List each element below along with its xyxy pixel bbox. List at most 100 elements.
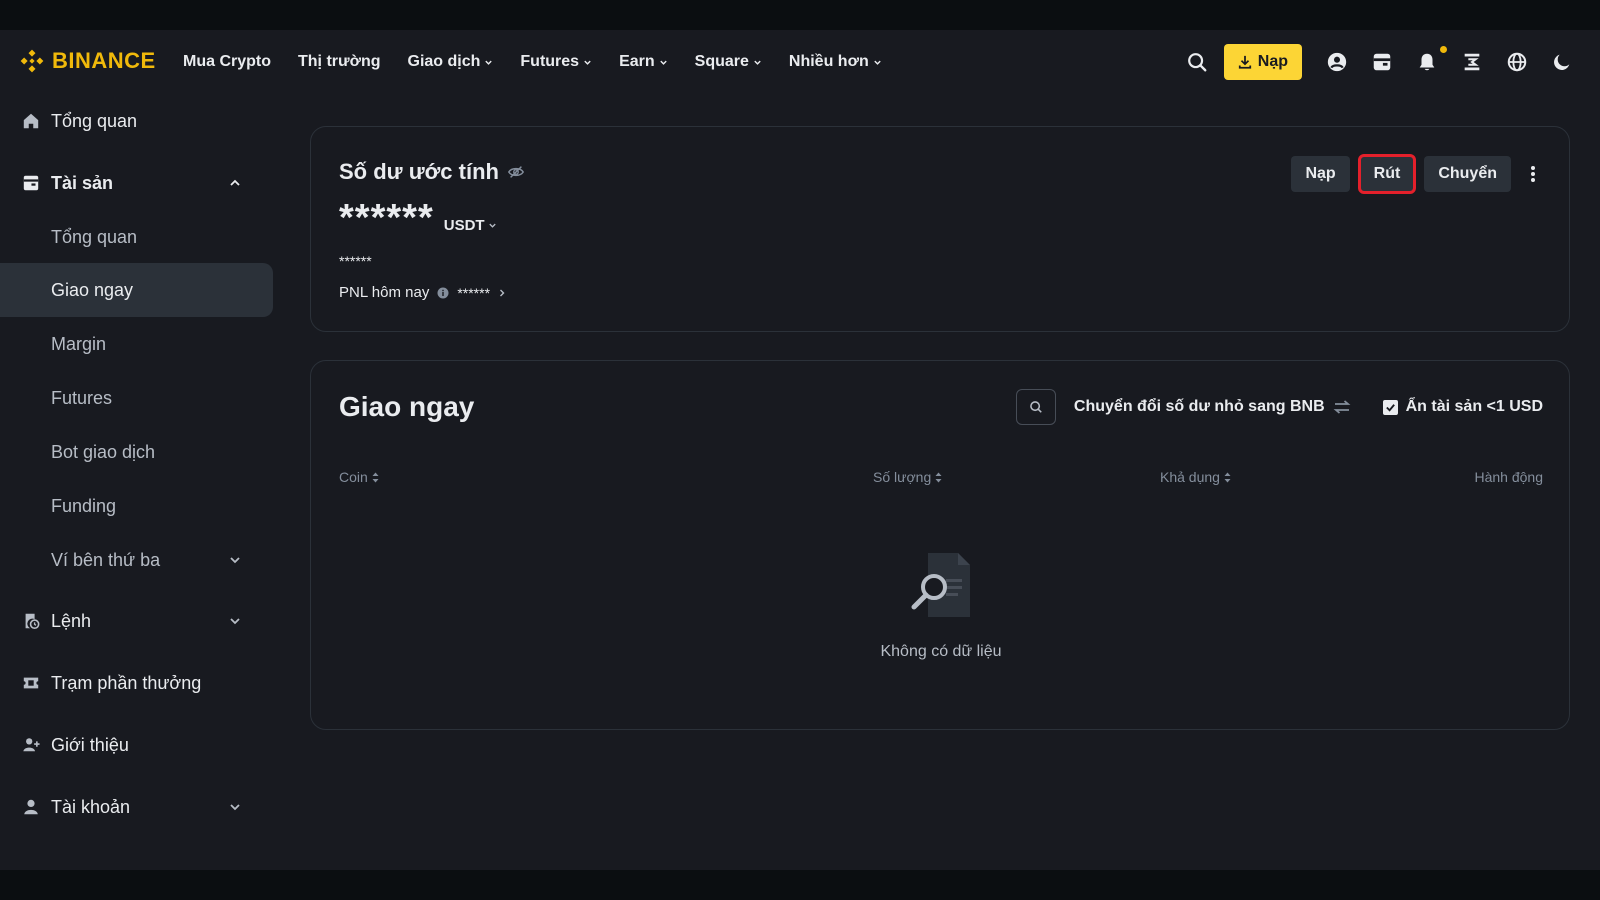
sidebar-item-label: Bot giao dịch bbox=[51, 441, 156, 462]
download-icon bbox=[1238, 55, 1251, 69]
column-label: Hành động bbox=[1474, 469, 1543, 485]
column-header-available[interactable]: Khả dụng bbox=[1160, 469, 1231, 485]
binance-logo[interactable]: BINANCE bbox=[18, 47, 156, 75]
convert-small-balance-button[interactable]: Chuyển đổi số dư nhỏ sang BNB bbox=[1074, 398, 1351, 416]
sidebar-item-overview[interactable]: Tổng quan bbox=[0, 94, 273, 148]
sort-icon bbox=[372, 472, 379, 482]
orders-icon bbox=[21, 611, 41, 631]
sidebar-item-funding[interactable]: Funding bbox=[0, 479, 273, 533]
sidebar-item-margin[interactable]: Margin bbox=[0, 317, 273, 371]
app-window: BINANCE Mua Crypto Thị trường Giao dịch … bbox=[0, 30, 1600, 870]
deposit-label: Nạp bbox=[1257, 53, 1288, 70]
sidebar-item-referral[interactable]: Giới thiệu bbox=[0, 718, 273, 772]
sidebar-item-label: Tổng quan bbox=[51, 226, 138, 247]
column-label: Coin bbox=[339, 469, 368, 485]
column-header-action: Hành động bbox=[1474, 469, 1543, 485]
top-navbar: BINANCE Mua Crypto Thị trường Giao dịch … bbox=[0, 30, 1600, 94]
swap-icon bbox=[1333, 400, 1351, 414]
empty-state: Không có dữ liệu bbox=[311, 549, 1571, 661]
theme-toggle[interactable] bbox=[1539, 44, 1584, 80]
sidebar-item-trading-bots[interactable]: Bot giao dịch bbox=[0, 425, 273, 479]
nav-buy-crypto[interactable]: Mua Crypto bbox=[183, 53, 271, 71]
nav-trade[interactable]: Giao dịch bbox=[408, 53, 494, 71]
sidebar-item-assets[interactable]: Tài sản bbox=[0, 156, 273, 210]
chevron-up-icon bbox=[230, 179, 240, 186]
balance-title-row: Số dư ước tính bbox=[339, 159, 525, 185]
logo-text: BINANCE bbox=[52, 48, 156, 73]
column-header-quantity[interactable]: Số lượng bbox=[873, 469, 942, 485]
hide-small-label: Ẩn tài sản <1 USD bbox=[1405, 398, 1543, 415]
column-header-coin[interactable]: Coin bbox=[339, 469, 379, 485]
sidebar-item-orders[interactable]: Lệnh bbox=[0, 594, 273, 648]
top-frame bbox=[0, 0, 1600, 30]
pnl-today-row[interactable]: PNL hôm nay ****** bbox=[339, 284, 506, 301]
sidebar-item-account[interactable]: Tài khoản bbox=[0, 780, 273, 834]
header-deposit-button[interactable]: Nạp bbox=[1223, 44, 1302, 80]
sidebar-item-label: Tổng quan bbox=[51, 110, 138, 131]
more-vertical-icon bbox=[1531, 166, 1535, 182]
currency-selector[interactable]: USDT bbox=[444, 217, 497, 234]
spot-assets-card: Giao ngay Chuyển đổi số dư nhỏ sang BNB … bbox=[310, 360, 1570, 730]
balance-amount-row: ****** USDT bbox=[339, 197, 497, 240]
user-icon bbox=[1327, 52, 1346, 72]
sidebar-item-rewards-hub[interactable]: Trạm phần thưởng bbox=[0, 656, 273, 710]
nav-earn[interactable]: Earn bbox=[619, 53, 668, 71]
column-label: Khả dụng bbox=[1160, 469, 1220, 485]
nav-square[interactable]: Square bbox=[695, 53, 762, 71]
header-actions: Nạp bbox=[1175, 44, 1584, 80]
pnl-label: PNL hôm nay bbox=[339, 284, 430, 301]
pnl-value: ****** bbox=[457, 284, 491, 301]
user-icon bbox=[21, 797, 41, 817]
add-user-icon bbox=[21, 735, 41, 755]
nav-markets[interactable]: Thị trường bbox=[298, 53, 381, 71]
wallet-button[interactable] bbox=[1359, 44, 1404, 80]
eye-off-icon[interactable] bbox=[507, 163, 525, 181]
balance-actions: Nạp Rút Chuyển bbox=[1291, 154, 1545, 194]
notifications-button[interactable] bbox=[1404, 44, 1449, 80]
chevron-down-icon bbox=[230, 557, 240, 564]
empty-state-text: Không có dữ liệu bbox=[880, 643, 1002, 660]
search-icon bbox=[1188, 53, 1207, 72]
main-nav: Mua Crypto Thị trường Giao dịch Futures … bbox=[183, 30, 909, 94]
sidebar-item-label: Margin bbox=[51, 333, 107, 354]
deposit-button[interactable]: Nạp bbox=[1291, 156, 1350, 192]
sidebar-item-futures[interactable]: Futures bbox=[0, 371, 273, 425]
bell-icon bbox=[1419, 53, 1434, 71]
chevron-down-icon bbox=[230, 618, 240, 625]
home-icon bbox=[21, 111, 41, 131]
check-icon bbox=[1385, 403, 1395, 412]
search-button[interactable] bbox=[1175, 44, 1220, 80]
withdraw-button[interactable]: Rút bbox=[1357, 154, 1417, 194]
sidebar-item-label: Giao ngay bbox=[51, 279, 134, 300]
balance-amount: ****** bbox=[339, 197, 434, 239]
chevron-down-icon bbox=[659, 60, 667, 65]
sidebar-item-assets-overview[interactable]: Tổng quan bbox=[0, 210, 273, 264]
balance-title: Số dư ước tính bbox=[339, 159, 499, 184]
profile-button[interactable] bbox=[1314, 44, 1359, 80]
wallet-icon bbox=[1373, 53, 1390, 71]
nav-futures[interactable]: Futures bbox=[520, 53, 592, 71]
search-icon bbox=[1030, 401, 1042, 413]
asset-search-button[interactable] bbox=[1015, 389, 1056, 425]
sort-icon bbox=[935, 472, 942, 482]
sidebar-item-label: Futures bbox=[51, 387, 113, 408]
language-button[interactable] bbox=[1494, 44, 1539, 80]
transfer-button[interactable] bbox=[1449, 44, 1494, 80]
chevron-down-icon bbox=[874, 60, 881, 65]
bottom-frame bbox=[0, 870, 1600, 900]
info-icon bbox=[437, 287, 449, 298]
chevron-down-icon bbox=[230, 804, 240, 811]
nav-more[interactable]: Nhiều hơn bbox=[789, 53, 882, 71]
sidebar-item-label: Lệnh bbox=[51, 610, 92, 631]
hide-small-assets-toggle[interactable]: Ẩn tài sản <1 USD bbox=[1382, 398, 1543, 416]
column-label: Số lượng bbox=[873, 469, 932, 485]
sidebar-item-third-party-wallet[interactable]: Ví bên thứ ba bbox=[0, 533, 273, 587]
sidebar-item-label: Funding bbox=[51, 495, 117, 516]
sidebar-item-spot[interactable]: Giao ngay bbox=[0, 263, 273, 317]
transfer-button[interactable]: Chuyển bbox=[1424, 156, 1511, 192]
chevron-down-icon bbox=[488, 223, 496, 228]
hide-small-checkbox[interactable] bbox=[1382, 399, 1398, 415]
nav-label: Earn bbox=[619, 53, 655, 70]
moon-icon bbox=[1553, 54, 1569, 70]
more-options-button[interactable] bbox=[1521, 156, 1545, 192]
